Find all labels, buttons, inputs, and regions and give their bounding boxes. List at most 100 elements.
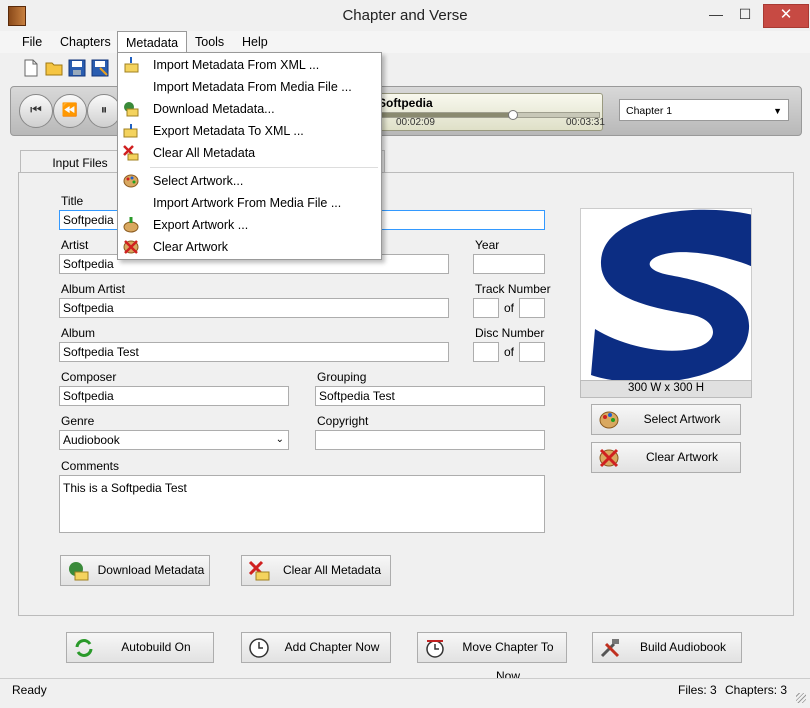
menu-item-label: Export Artwork ... <box>153 218 249 232</box>
download-metadata-label: Download Metadata <box>97 563 205 577</box>
track-number-label: Track Number <box>475 282 551 296</box>
menu-chapters[interactable]: Chapters <box>52 31 119 53</box>
album-field[interactable]: Softpedia Test <box>59 342 449 362</box>
softpedia-logo-image <box>591 209 751 381</box>
disc-number-label: Disc Number <box>475 326 545 340</box>
logo-shape <box>591 209 751 381</box>
menu-separator <box>150 167 378 168</box>
pause-icon[interactable]: ⏸ <box>87 94 121 128</box>
chapters-count: Chapters: 3 <box>725 683 788 697</box>
disc-total-field[interactable] <box>519 342 545 362</box>
menu-item-import-artwork-media[interactable]: Import Artwork From Media File ... <box>118 192 381 214</box>
tag-clear-icon <box>123 145 139 161</box>
files-count: Files: 3 <box>678 683 717 697</box>
copyright-label: Copyright <box>317 414 369 428</box>
status-bar: Ready Files: 3 Chapters: 3 <box>0 678 810 708</box>
menu-bar: File Chapters Metadata Tools Help <box>0 31 810 53</box>
menu-item-label: Import Artwork From Media File ... <box>153 196 342 210</box>
status-text: Ready <box>12 683 47 697</box>
menu-item-clear-artwork[interactable]: Clear Artwork <box>118 236 381 258</box>
select-artwork-button[interactable]: Select Artwork <box>591 404 741 435</box>
menu-item-label: Export Metadata To XML ... <box>153 124 304 138</box>
menu-item-export-artwork[interactable]: Export Artwork ... <box>118 214 381 236</box>
chapter-select[interactable]: Chapter 1 ▼ <box>619 99 789 121</box>
artwork-image <box>580 208 752 382</box>
menu-tools[interactable]: Tools <box>187 31 232 53</box>
save-as-icon[interactable] <box>91 59 109 77</box>
tag-download-icon <box>124 102 139 117</box>
open-folder-icon[interactable] <box>45 59 63 77</box>
clear-artwork-button[interactable]: Clear Artwork <box>591 442 741 473</box>
menu-item-label: Import Metadata From Media File ... <box>153 80 352 94</box>
palette-icon <box>123 174 139 188</box>
palette-icon <box>599 411 619 429</box>
comments-field[interactable]: This is a Softpedia Test <box>59 475 545 533</box>
menu-item-label: Import Metadata From XML ... <box>153 58 320 72</box>
composer-field[interactable]: Softpedia <box>59 386 289 406</box>
grouping-label: Grouping <box>317 370 367 384</box>
toolbar <box>10 56 120 82</box>
disc-of-label: of <box>504 345 515 359</box>
autobuild-button[interactable]: Autobuild On <box>66 632 214 663</box>
autobuild-label: Autobuild On <box>121 640 191 654</box>
menu-item-download-metadata[interactable]: Download Metadata... <box>118 98 381 120</box>
download-metadata-button[interactable]: Download Metadata <box>60 555 210 586</box>
tag-import-icon <box>124 57 139 73</box>
chevron-down-icon: ▼ <box>773 106 782 116</box>
maximize-button[interactable]: ☐ <box>733 4 757 26</box>
track-total-field[interactable] <box>519 298 545 318</box>
menu-item-label: Select Artwork... <box>153 174 244 188</box>
menu-help[interactable]: Help <box>234 31 276 53</box>
minimize-button[interactable]: — <box>704 4 728 26</box>
palette-clear-icon <box>123 240 139 254</box>
menu-item-clear-all-metadata[interactable]: Clear All Metadata <box>118 142 381 164</box>
palette-clear-icon <box>599 448 619 468</box>
menu-item-label: Clear Artwork <box>153 240 229 254</box>
refresh-icon <box>75 639 93 657</box>
previous-icon[interactable]: ⏮ <box>19 94 53 128</box>
tag-export-icon <box>123 124 138 138</box>
menu-item-label: Download Metadata... <box>153 102 275 116</box>
build-audiobook-label: Build Audiobook <box>639 640 727 654</box>
close-button[interactable]: ✕ <box>763 4 809 28</box>
artist-label: Artist <box>61 238 89 252</box>
album-label: Album <box>61 326 96 340</box>
album-artist-field[interactable]: Softpedia <box>59 298 449 318</box>
tag-download-icon <box>69 562 89 581</box>
menu-item-select-artwork[interactable]: Select Artwork... <box>118 170 381 192</box>
seek-handle[interactable] <box>507 110 518 120</box>
move-chapter-button[interactable]: Move Chapter To Now <box>417 632 567 683</box>
menu-item-import-metadata-media[interactable]: Import Metadata From Media File ... <box>118 76 381 98</box>
menu-file[interactable]: File <box>14 31 50 53</box>
copyright-field[interactable] <box>315 430 545 450</box>
year-label: Year <box>475 238 500 252</box>
save-icon[interactable] <box>68 59 86 77</box>
clear-artwork-label: Clear Artwork <box>645 450 719 464</box>
genre-label: Genre <box>61 414 95 428</box>
disc-number-field[interactable] <box>473 342 499 362</box>
grouping-field[interactable]: Softpedia Test <box>315 386 545 406</box>
add-chapter-button[interactable]: Add Chapter Now <box>241 632 391 663</box>
year-field[interactable] <box>473 254 545 274</box>
track-number-field[interactable] <box>473 298 499 318</box>
window-title: Chapter and Verse <box>342 7 468 24</box>
genre-select[interactable]: Audiobook ⌄ <box>59 430 289 450</box>
title-bar: Chapter and Verse — ☐ ✕ <box>0 0 810 32</box>
clear-all-metadata-button[interactable]: Clear All Metadata <box>241 555 391 586</box>
select-artwork-label: Select Artwork <box>643 412 721 426</box>
menu-item-import-metadata-xml[interactable]: Import Metadata From XML ... <box>118 54 381 76</box>
tag-clear-icon <box>248 560 270 581</box>
album-artist-label: Album Artist <box>61 282 126 296</box>
track-of-label: of <box>504 301 515 315</box>
chapter-select-value: Chapter 1 <box>626 105 673 117</box>
track-display: Softpedia 00:02:09 00:03:31 <box>369 93 605 131</box>
build-audiobook-button[interactable]: Build Audiobook <box>592 632 742 663</box>
new-file-icon[interactable] <box>22 59 40 77</box>
clock-icon <box>249 638 269 658</box>
move-clock-icon <box>426 640 444 658</box>
rewind-icon[interactable]: ⏪ <box>53 94 87 128</box>
resize-grip-icon[interactable] <box>796 693 806 703</box>
menu-item-export-metadata-xml[interactable]: Export Metadata To XML ... <box>118 120 381 142</box>
track-title: Softpedia <box>378 96 433 110</box>
menu-metadata[interactable]: Metadata <box>117 31 188 53</box>
